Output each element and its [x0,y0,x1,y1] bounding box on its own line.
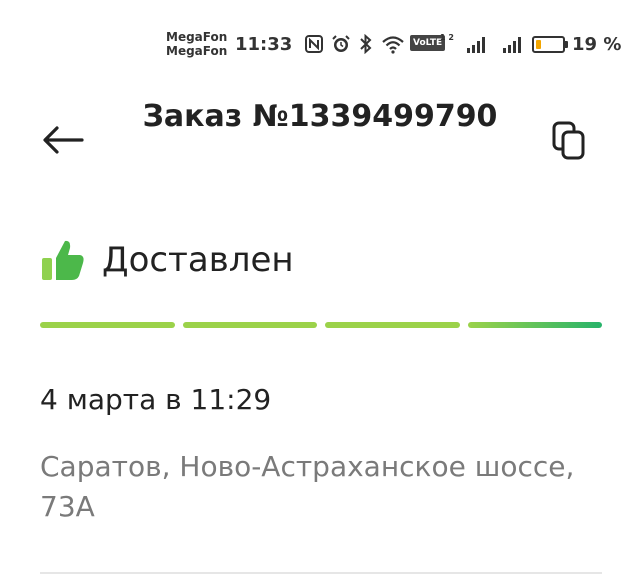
bluetooth-icon [358,34,374,54]
battery-icon [532,36,565,53]
page-title: Заказ №1339499790 [142,99,498,134]
battery-tip [565,41,568,48]
thumbs-up-icon [42,240,84,280]
battery-level [536,40,541,49]
divider [40,572,602,574]
back-button[interactable] [40,120,86,160]
signal-icon [502,34,524,54]
battery-percent: 19 % [572,34,622,55]
copy-icon [552,121,585,160]
arrow-left-icon [43,126,84,154]
nfc-icon [304,34,324,54]
copy-order-number-button[interactable] [546,118,592,164]
carrier-2: MegaFon [166,44,228,58]
volte-sim-label: 1 2 [440,33,454,42]
delivery-date: 4 марта в 11:29 [40,383,272,416]
delivery-progress-bar [40,322,602,328]
progress-segment [467,322,602,328]
carrier-names: MegaFon MegaFon [166,30,227,58]
status-bar: MegaFon MegaFon 11:33 VoLTE 1 2 19 % [0,0,640,90]
signal-icon [466,34,488,54]
progress-segment [182,322,317,328]
alarm-icon [330,34,352,54]
wifi-icon [381,34,405,54]
progress-segment [40,322,175,328]
order-status-text: Доставлен [102,240,294,280]
status-time: 11:33 [235,34,293,55]
order-status: Доставлен [40,232,294,288]
progress-segment [325,322,460,328]
carrier-1: MegaFon [166,30,228,44]
delivery-address: Саратов, Ново-Астраханское шоссе, 73А [40,450,575,523]
